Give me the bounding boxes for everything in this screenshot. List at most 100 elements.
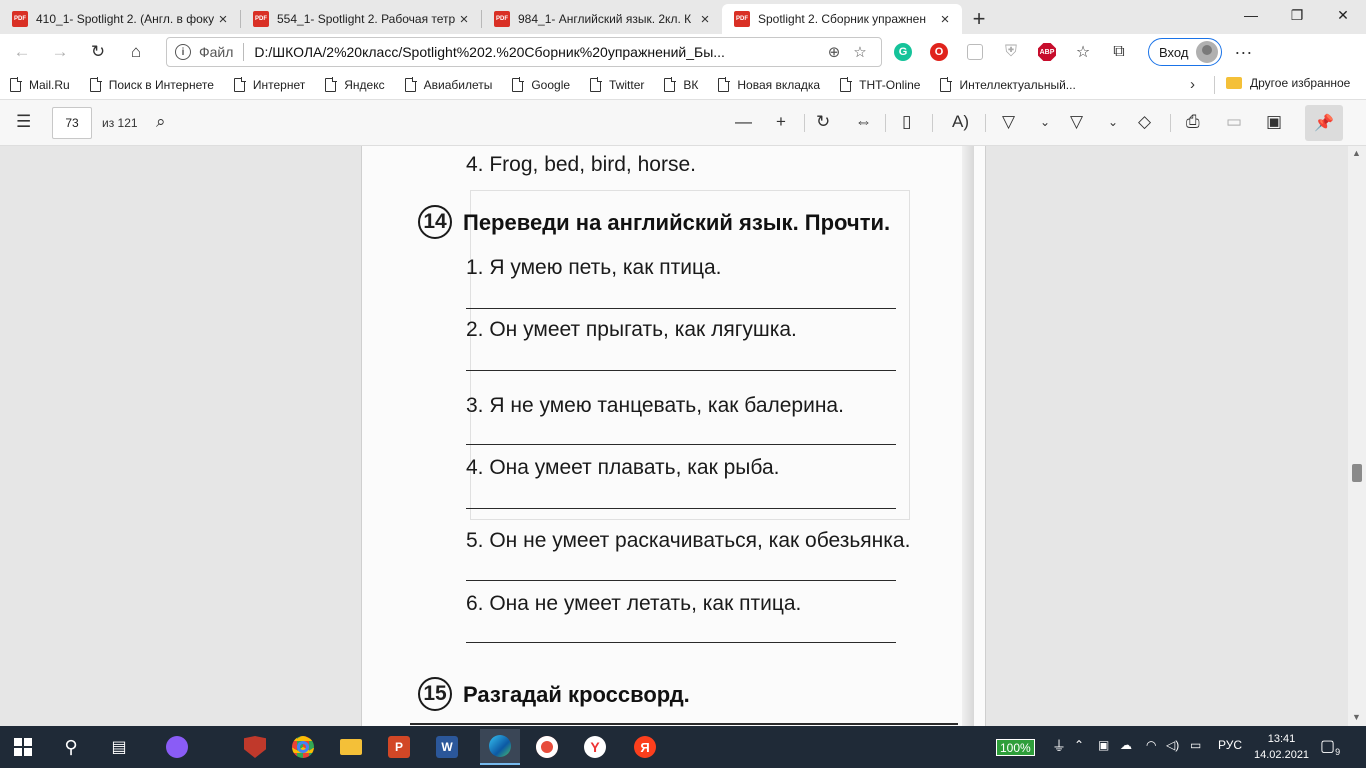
start-button[interactable] xyxy=(8,732,38,762)
favorite-item[interactable]: Twitter xyxy=(590,76,644,92)
address-bar[interactable]: i Файл D:/ШКОЛА/2%20класс/Spotlight%202.… xyxy=(166,37,882,67)
draw-icon[interactable]: ▽ xyxy=(1002,112,1015,132)
chevron-down-icon[interactable]: ⌄ xyxy=(1108,115,1118,129)
windows-icon xyxy=(14,738,32,756)
collections-icon[interactable]: ⧉ xyxy=(1104,37,1134,67)
wifi-icon[interactable]: ◠ xyxy=(1146,738,1156,752)
page-view-icon[interactable]: ▯ xyxy=(902,112,911,132)
forward-icon[interactable]: → xyxy=(44,36,76,68)
fit-page-icon[interactable]: ⇔ xyxy=(855,112,872,132)
scroll-up-icon[interactable]: ▲ xyxy=(1352,148,1361,158)
add-favorite-icon[interactable]: ☆ xyxy=(847,43,873,61)
chevron-up-icon[interactable]: ⌃ xyxy=(1074,738,1084,752)
back-icon[interactable]: ← xyxy=(6,36,38,68)
favorite-item[interactable]: ВК xyxy=(664,76,698,92)
refresh-icon[interactable]: ↻ xyxy=(82,36,114,68)
extension-icon[interactable] xyxy=(960,37,990,67)
language-indicator[interactable]: РУС xyxy=(1218,738,1242,752)
grammarly-extension-icon[interactable]: G xyxy=(888,37,918,67)
notifications-button[interactable]: ▢9 xyxy=(1320,736,1340,757)
clock[interactable]: 13:41 14.02.2021 xyxy=(1254,731,1309,763)
favorite-label: Авиабилеты xyxy=(423,77,493,92)
close-icon[interactable]: × xyxy=(214,11,232,28)
favorite-item[interactable]: THT-Online xyxy=(840,76,920,92)
chrome-icon[interactable] xyxy=(288,732,318,762)
more-icon[interactable]: ··· xyxy=(1234,42,1252,63)
favorite-item[interactable]: Интернет xyxy=(233,76,305,92)
yandex-browser-alt-icon[interactable] xyxy=(532,732,562,762)
keyboard-icon[interactable]: ▭ xyxy=(1190,738,1201,752)
chevron-down-icon[interactable]: ⌄ xyxy=(1040,115,1050,129)
device-icon[interactable]: ▣ xyxy=(1098,738,1109,752)
tab-1[interactable]: PDF 554_1- Spotlight 2. Рабочая тетр × xyxy=(241,4,481,34)
favorite-item[interactable]: Mail.Ru xyxy=(10,76,70,92)
file-explorer-icon[interactable] xyxy=(336,732,366,762)
read-aloud-icon[interactable]: A) xyxy=(952,112,969,132)
profile-button[interactable]: Вход xyxy=(1148,38,1223,66)
edge-icon[interactable] xyxy=(480,729,520,765)
chevron-right-icon[interactable]: › xyxy=(1190,76,1195,93)
save-icon[interactable]: ▭ xyxy=(1226,112,1242,132)
page-number-input[interactable]: 73 xyxy=(52,107,92,139)
save-as-icon[interactable]: ▣ xyxy=(1266,112,1282,132)
favorites-icon[interactable]: ☆ xyxy=(1068,37,1098,67)
task-view-icon[interactable]: ▤ xyxy=(104,732,134,762)
power-plug-icon[interactable]: ⏚ xyxy=(1052,736,1066,756)
page-icon xyxy=(940,76,953,92)
shield-icon[interactable]: ⛨ xyxy=(996,37,1026,67)
close-icon[interactable]: × xyxy=(696,11,714,28)
tab-strip: PDF 410_1- Spotlight 2. (Англ. в фоку × … xyxy=(0,0,1366,34)
opera-extension-icon[interactable]: O xyxy=(924,37,954,67)
restore-icon[interactable]: ❐ xyxy=(1274,0,1320,30)
tab-title: 410_1- Spotlight 2. (Англ. в фоку xyxy=(36,12,214,26)
scroll-thumb[interactable] xyxy=(1352,464,1362,482)
home-icon[interactable]: ⌂ xyxy=(120,36,152,68)
rotate-icon[interactable]: ↻ xyxy=(816,112,830,132)
url-text[interactable]: D:/ШКОЛА/2%20класс/Spotlight%202.%20Сбор… xyxy=(254,44,821,60)
navigation-bar: ← → ↻ ⌂ i Файл D:/ШКОЛА/2%20класс/Spotli… xyxy=(0,34,1366,70)
zoom-in-icon[interactable]: + xyxy=(776,112,786,132)
favorite-item[interactable]: Google xyxy=(512,76,570,92)
close-window-icon[interactable]: ✕ xyxy=(1320,0,1366,30)
close-icon[interactable]: × xyxy=(936,11,954,28)
tab-3-active[interactable]: PDF Spotlight 2. Сборник упражнен × xyxy=(722,4,962,34)
contents-icon[interactable]: ☰ xyxy=(16,112,31,132)
page-icon xyxy=(590,76,603,92)
answer-line xyxy=(466,642,896,643)
info-icon[interactable]: i xyxy=(175,44,191,60)
favorite-item[interactable]: Яндекс xyxy=(325,76,385,92)
search-icon[interactable]: ⚲ xyxy=(56,732,86,762)
minimize-icon[interactable]: — xyxy=(1228,0,1274,30)
zoom-out-icon[interactable]: — xyxy=(735,112,752,132)
volume-icon[interactable]: ◁) xyxy=(1166,738,1179,752)
pin-toolbar-button[interactable]: 📌 xyxy=(1305,105,1343,141)
print-icon[interactable]: ⎙ xyxy=(1186,112,1200,132)
close-icon[interactable]: × xyxy=(455,11,473,28)
kaspersky-icon[interactable] xyxy=(240,732,270,762)
yandex-browser-icon[interactable]: Y xyxy=(580,732,610,762)
powerpoint-icon[interactable]: P xyxy=(384,732,414,762)
favorite-item[interactable]: Поиск в Интернете xyxy=(89,76,214,92)
search-icon[interactable]: ⌕ xyxy=(156,112,166,132)
new-tab-button[interactable]: + xyxy=(962,4,996,34)
battery-indicator[interactable]: 100% xyxy=(996,739,1035,756)
exercise-item: 6. Она не умеет летать, как птица. xyxy=(466,592,802,615)
favorite-item[interactable]: Авиабилеты xyxy=(404,76,493,92)
vertical-scrollbar[interactable]: ▲ ▼ xyxy=(1348,146,1366,726)
eraser-icon[interactable]: ◇ xyxy=(1138,112,1151,132)
exercise-number-14: 14 xyxy=(418,205,452,239)
word-icon[interactable]: W xyxy=(432,732,462,762)
scroll-down-icon[interactable]: ▼ xyxy=(1352,712,1361,722)
favorite-item[interactable]: Интеллектуальный... xyxy=(940,76,1076,92)
alice-icon[interactable] xyxy=(162,732,192,762)
onedrive-icon[interactable]: ☁ xyxy=(1120,738,1132,752)
tab-2[interactable]: PDF 984_1- Английский язык. 2кл. К × xyxy=(482,4,722,34)
zoom-icon[interactable]: ⊕ xyxy=(821,43,847,61)
other-favorites-button[interactable]: Другое избранное xyxy=(1226,76,1350,90)
tab-0[interactable]: PDF 410_1- Spotlight 2. (Англ. в фоку × xyxy=(0,4,240,34)
pdf-file-icon: PDF xyxy=(494,11,510,27)
adblock-icon[interactable]: ABP xyxy=(1032,37,1062,67)
highlight-icon[interactable]: ▽ xyxy=(1070,112,1083,132)
yandex-icon[interactable]: Я xyxy=(630,732,660,762)
favorite-item[interactable]: Новая вкладка xyxy=(718,76,820,92)
